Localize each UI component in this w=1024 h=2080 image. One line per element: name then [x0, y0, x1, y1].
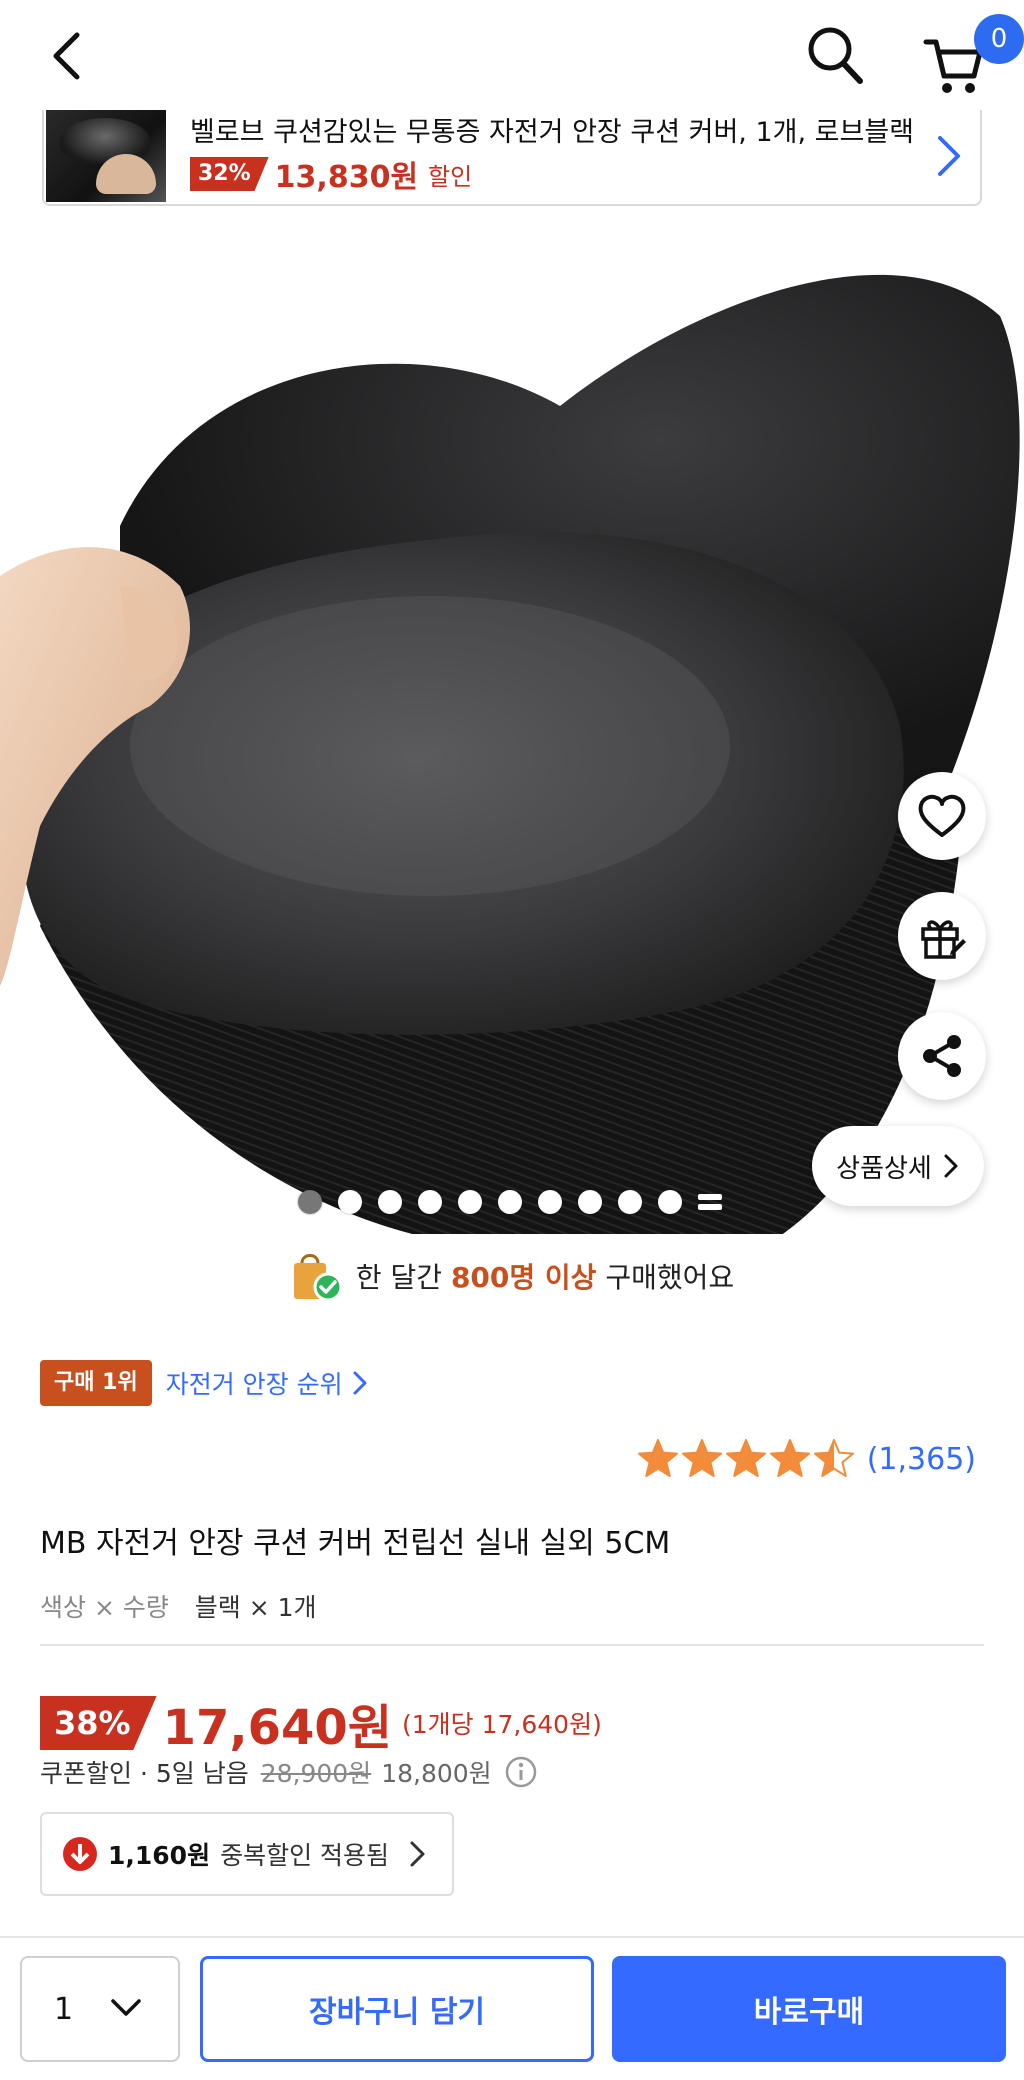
top-header: 0 [0, 0, 1024, 110]
product-title: MB 자전거 안장 쿠션 커버 전립선 실내 실외 5CM [40, 1526, 671, 1561]
heart-icon [918, 794, 966, 837]
divider [40, 1644, 984, 1646]
star-icon [725, 1439, 766, 1477]
duplicate-discount-text: 중복할인 적용됨 [220, 1841, 390, 1870]
unit-price: (1개당 17,640원) [401, 1710, 602, 1739]
wishlist-button[interactable] [898, 772, 986, 860]
recent-item-price-row: 32% 13,830원 할인 [190, 152, 472, 196]
buyers-banner: 한 달간 800명 이상 구매했어요 [0, 1246, 1024, 1306]
buyers-prefix: 한 달간 [355, 1261, 443, 1294]
product-image-gallery[interactable]: 상품상세 [0, 206, 1024, 1234]
star-icon [681, 1439, 722, 1477]
chevron-right-icon [353, 1371, 367, 1395]
share-button[interactable] [898, 1012, 986, 1100]
pagination-dot[interactable] [618, 1190, 642, 1214]
duplicate-discount-button[interactable]: 1,160원 중복할인 적용됨 [40, 1812, 454, 1896]
original-price: 28,900원 [260, 1759, 372, 1788]
recent-discount-badge: 32% [190, 157, 269, 191]
recent-item-title: 벨로브 쿠션감있는 무통증 자전거 안장 쿠션 커버, 1개, 로브블랙 [190, 117, 915, 148]
discount-badge: 38% [40, 1696, 157, 1750]
gift-icon [921, 920, 966, 959]
buy-now-button[interactable]: 바로구매 [612, 1956, 1006, 2062]
product-detail-button[interactable]: 상품상세 [812, 1126, 984, 1206]
sale-price: 17,640원 [162, 1700, 392, 1756]
chevron-left-icon [53, 32, 80, 80]
rank-badge: 구매 1위 [40, 1360, 152, 1406]
star-icon [637, 1439, 678, 1477]
rating-row[interactable]: (1,365) [637, 1438, 976, 1480]
quantity-value: 1 [54, 1991, 74, 2027]
chevron-down-icon [111, 1999, 141, 2016]
buyers-suffix: 구매했어요 [605, 1261, 735, 1294]
coupon-label: 쿠폰할인 · 5일 남음 [40, 1759, 249, 1788]
pagination-dot[interactable] [378, 1190, 402, 1214]
gallery-pagination [298, 1190, 722, 1214]
chevron-right-icon [944, 1154, 958, 1178]
product-image [0, 274, 1020, 1234]
star-rating [637, 1438, 857, 1480]
add-to-cart-button[interactable]: 장바구니 담기 [200, 1956, 594, 2062]
recent-sale-label: 할인 [428, 162, 473, 191]
cart-button[interactable]: 0 [918, 14, 1024, 94]
recent-item-thumbnail [46, 110, 166, 202]
gift-button[interactable] [898, 892, 986, 980]
duplicate-discount-amount: 1,160원 [108, 1841, 211, 1870]
pagination-dot[interactable] [578, 1190, 602, 1214]
option-label: 색상 × 수량 [40, 1593, 169, 1622]
buyers-highlight: 800명 이상 [450, 1261, 597, 1294]
option-value: 블랙 × 1개 [194, 1593, 317, 1622]
shopping-bag-check-icon [293, 1254, 342, 1302]
chevron-right-icon [410, 1841, 425, 1867]
star-icon [813, 1439, 854, 1477]
rank-link[interactable]: 자전거 안장 순위 [166, 1365, 343, 1401]
pagination-more-icon [698, 1190, 722, 1214]
chevron-right-icon [938, 136, 960, 176]
search-button[interactable] [800, 18, 870, 92]
recent-item-banner[interactable]: 벨로브 쿠션감있는 무통증 자전거 안장 쿠션 커버, 1개, 로브블랙 32%… [42, 110, 982, 206]
arrow-down-circle-icon [63, 1837, 97, 1871]
back-button[interactable] [36, 22, 96, 90]
recent-item-price: 13,830원 [274, 160, 419, 195]
review-count[interactable]: (1,365) [867, 1442, 976, 1477]
quantity-select[interactable]: 1 [20, 1956, 180, 2062]
pagination-dot[interactable] [538, 1190, 562, 1214]
product-detail-label: 상품상세 [836, 1153, 932, 1184]
search-icon [808, 27, 863, 84]
option-row: 색상 × 수량 블랙 × 1개 [40, 1588, 317, 1624]
pagination-dot[interactable] [298, 1190, 322, 1214]
pagination-dot[interactable] [658, 1190, 682, 1214]
cart-count-badge: 0 [974, 14, 1024, 64]
coupon-row: 쿠폰할인 · 5일 남음 28,900원 18,800원 [40, 1754, 538, 1790]
pagination-dot[interactable] [338, 1190, 362, 1214]
rank-row: 구매 1위 자전거 안장 순위 [40, 1360, 369, 1406]
info-icon[interactable] [504, 1755, 538, 1789]
star-icon [769, 1439, 810, 1477]
pagination-dot[interactable] [458, 1190, 482, 1214]
pagination-dot[interactable] [418, 1190, 442, 1214]
bottom-action-bar: 1 장바구니 담기 바로구매 [0, 1936, 1024, 2080]
share-icon [923, 1035, 961, 1077]
coupon-price: 18,800원 [381, 1759, 492, 1788]
price-row: 38% 17,640원 (1개당 17,640원) [40, 1688, 602, 1758]
pagination-dot[interactable] [498, 1190, 522, 1214]
